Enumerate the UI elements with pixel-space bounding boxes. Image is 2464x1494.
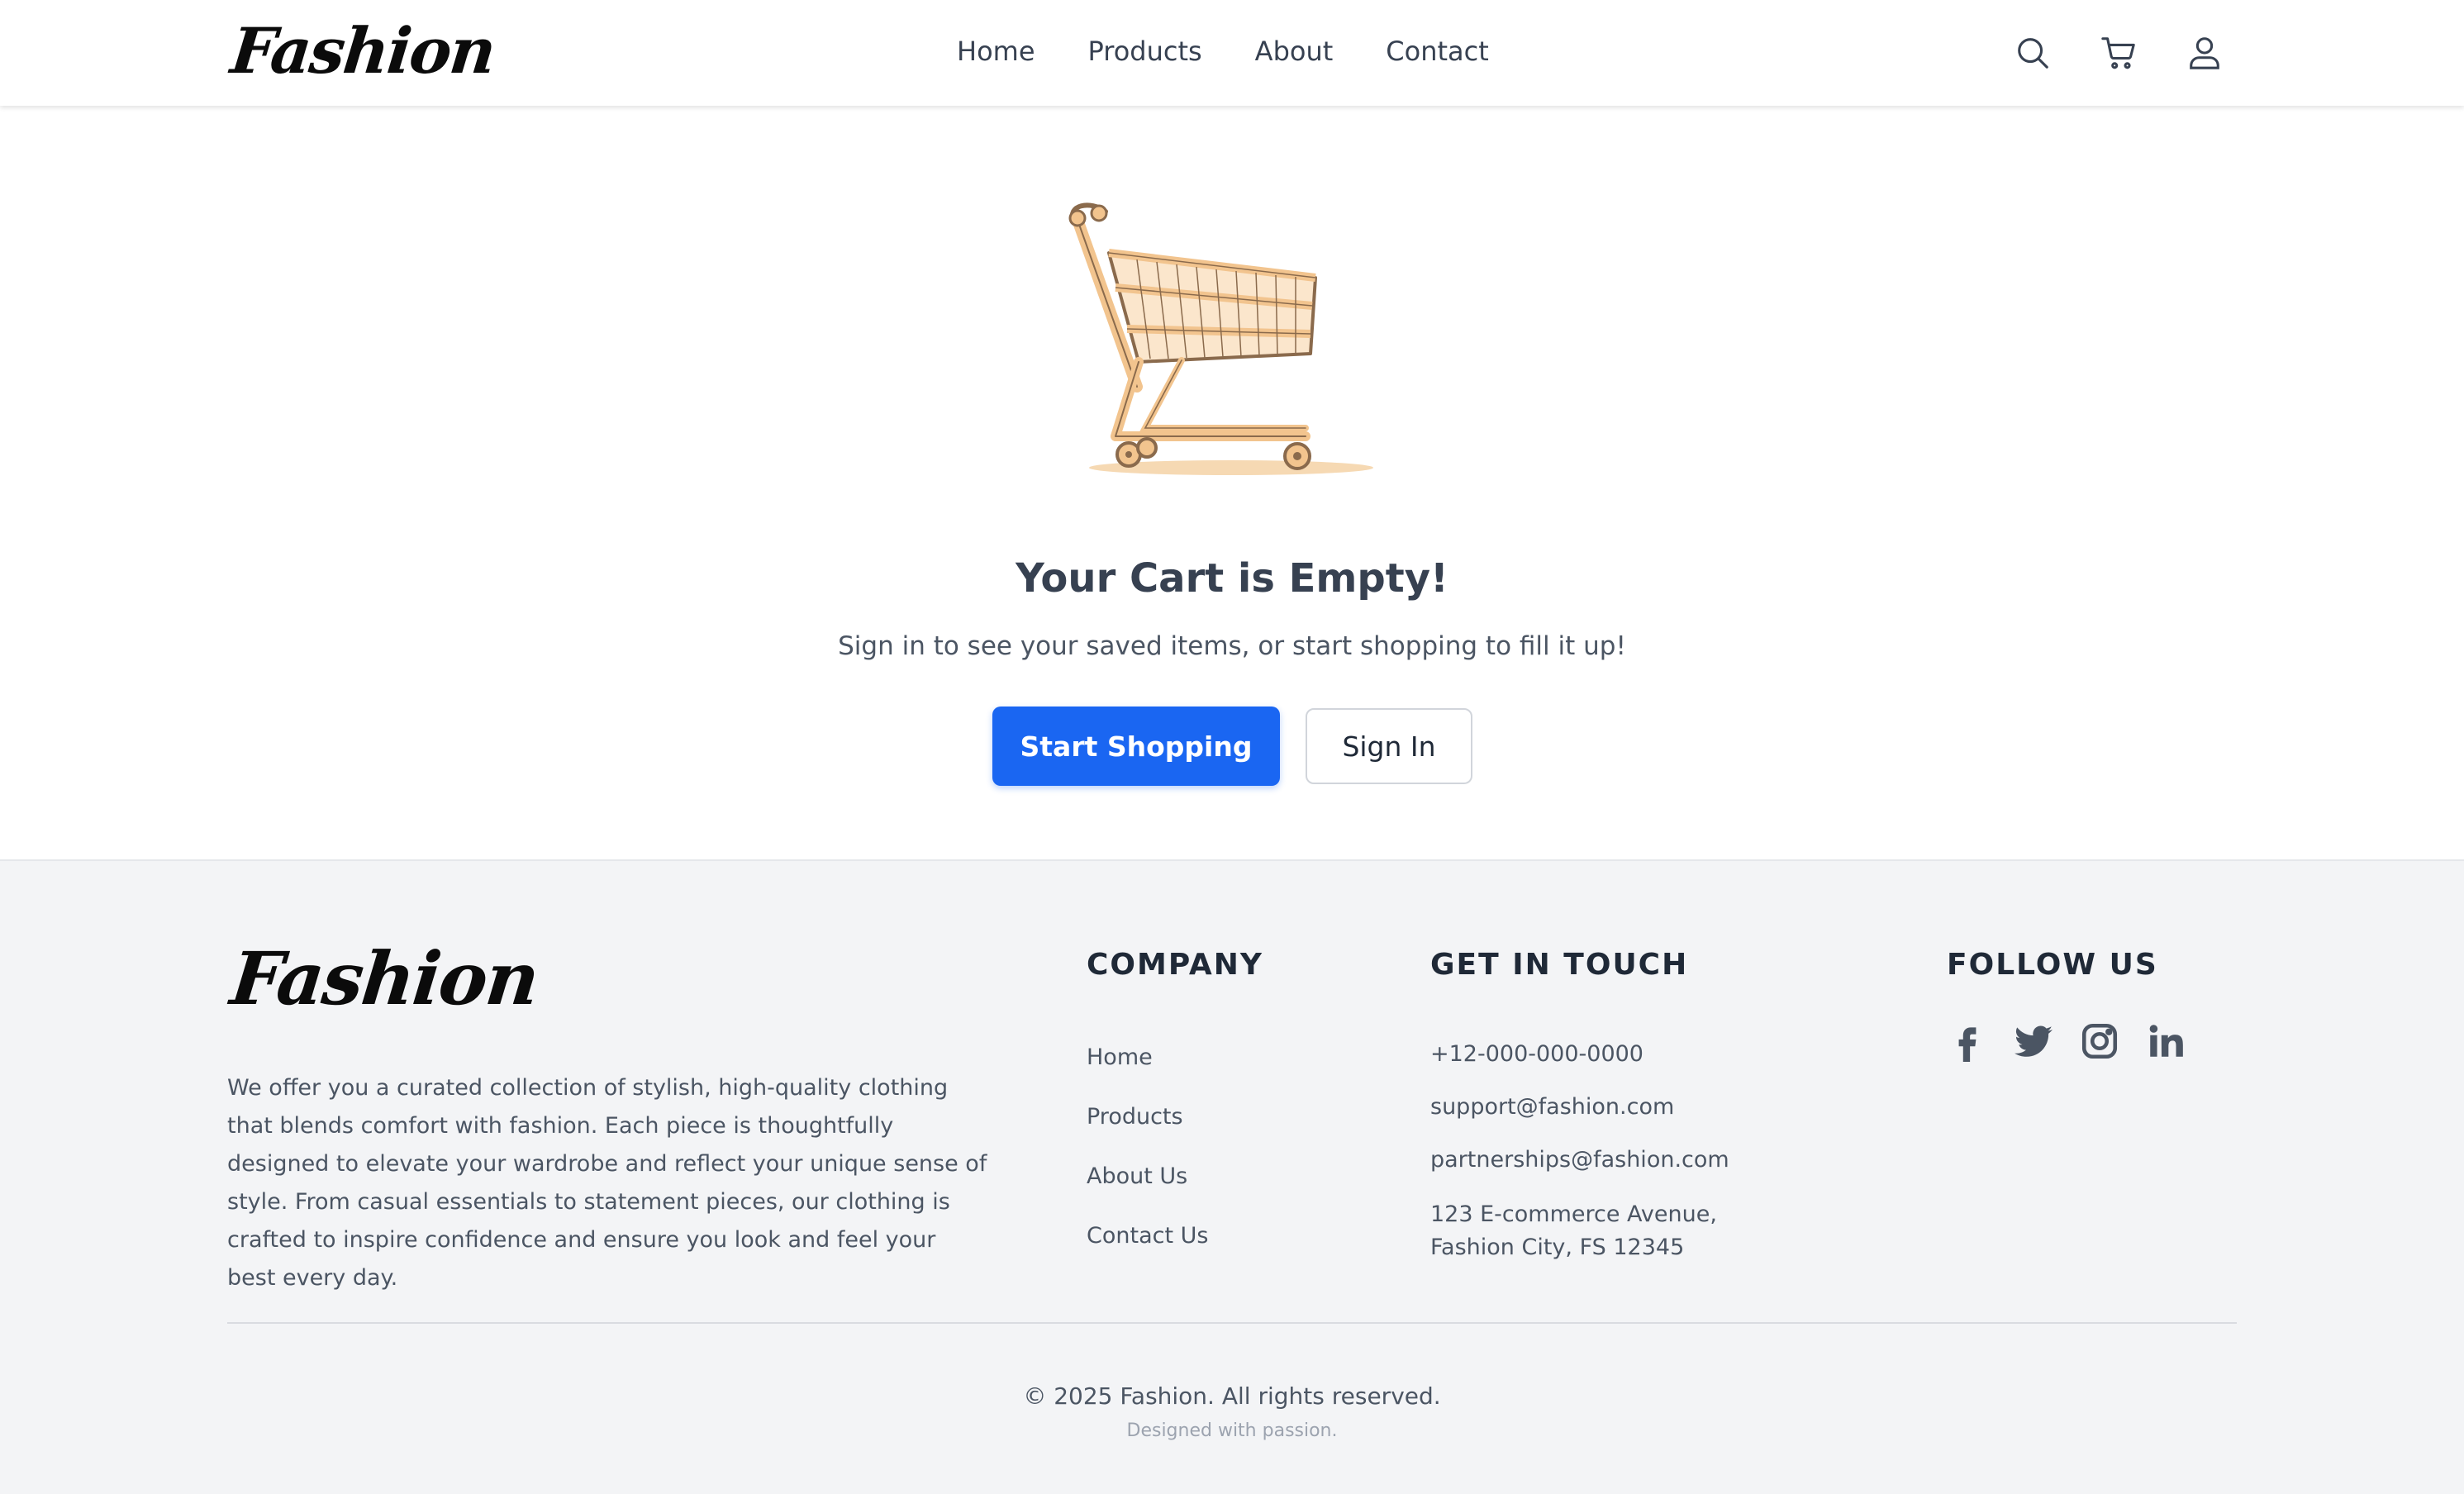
contact-phone[interactable]: +12-000-000-0000 <box>1430 1040 1729 1069</box>
cart-icon[interactable] <box>2097 31 2140 74</box>
address-line-2: Fashion City, FS 12345 <box>1430 1235 1685 1260</box>
footer-link-home[interactable]: Home <box>1087 1043 1208 1073</box>
contact-heading: GET IN TOUCH <box>1430 948 1689 982</box>
empty-cart-section: Your Cart is Empty! Sign in to see your … <box>0 106 2464 859</box>
user-icon[interactable] <box>2183 31 2226 74</box>
footer-link-contact[interactable]: Contact Us <box>1087 1221 1208 1251</box>
contact-details: +12-000-000-0000 support@fashion.com par… <box>1430 1040 1729 1287</box>
linkedin-icon[interactable] <box>2145 1018 2186 1064</box>
twitter-icon[interactable] <box>2013 1018 2054 1064</box>
contact-address: 123 E-commerce Avenue, Fashion City, FS … <box>1430 1198 1729 1264</box>
sign-in-button[interactable]: Sign In <box>1306 708 1472 784</box>
header-actions <box>2011 31 2226 74</box>
footer-divider <box>227 1322 2237 1324</box>
footer-logo[interactable]: Fashion <box>227 935 542 1021</box>
nav-products[interactable]: Products <box>1088 31 1202 71</box>
site-header: Fashion Home Products About Contact <box>0 0 2464 106</box>
main-nav: Home Products About Contact <box>957 31 1489 71</box>
nav-home[interactable]: Home <box>957 31 1035 71</box>
facebook-icon[interactable] <box>1947 1018 1988 1064</box>
copyright-text: © 2025 Fashion. All rights reserved. <box>1023 1382 1441 1410</box>
search-icon[interactable] <box>2011 31 2054 74</box>
follow-heading: FOLLOW US <box>1947 948 2158 982</box>
nav-about[interactable]: About <box>1255 31 1334 71</box>
company-links: Home Products About Us Contact Us <box>1087 1043 1208 1281</box>
social-links <box>1947 1018 2186 1064</box>
designed-with-text: Designed with passion. <box>1126 1420 1338 1441</box>
contact-email-partnerships[interactable]: partnerships@fashion.com <box>1430 1145 1729 1175</box>
footer-about-text: We offer you a curated collection of sty… <box>227 1075 987 1291</box>
footer-logo-text: Fashion <box>226 935 542 1021</box>
brand-logo-text: Fashion <box>227 14 498 88</box>
nav-contact[interactable]: Contact <box>1386 31 1489 71</box>
empty-cart-subtitle: Sign in to see your saved items, or star… <box>838 631 1626 661</box>
site-footer: Fashion We offer you a curated collectio… <box>0 859 2464 1494</box>
brand-logo[interactable]: Fashion <box>227 13 498 89</box>
address-line-1: 123 E-commerce Avenue, <box>1430 1201 1717 1227</box>
contact-email-support[interactable]: support@fashion.com <box>1430 1092 1729 1122</box>
footer-link-about[interactable]: About Us <box>1087 1162 1208 1192</box>
start-shopping-button[interactable]: Start Shopping <box>992 707 1280 786</box>
shopping-cart-illustration <box>1058 188 1405 502</box>
empty-cart-title: Your Cart is Empty! <box>1016 555 1448 602</box>
footer-link-products[interactable]: Products <box>1087 1102 1208 1132</box>
instagram-icon[interactable] <box>2079 1018 2120 1064</box>
company-heading: COMPANY <box>1087 948 1263 982</box>
